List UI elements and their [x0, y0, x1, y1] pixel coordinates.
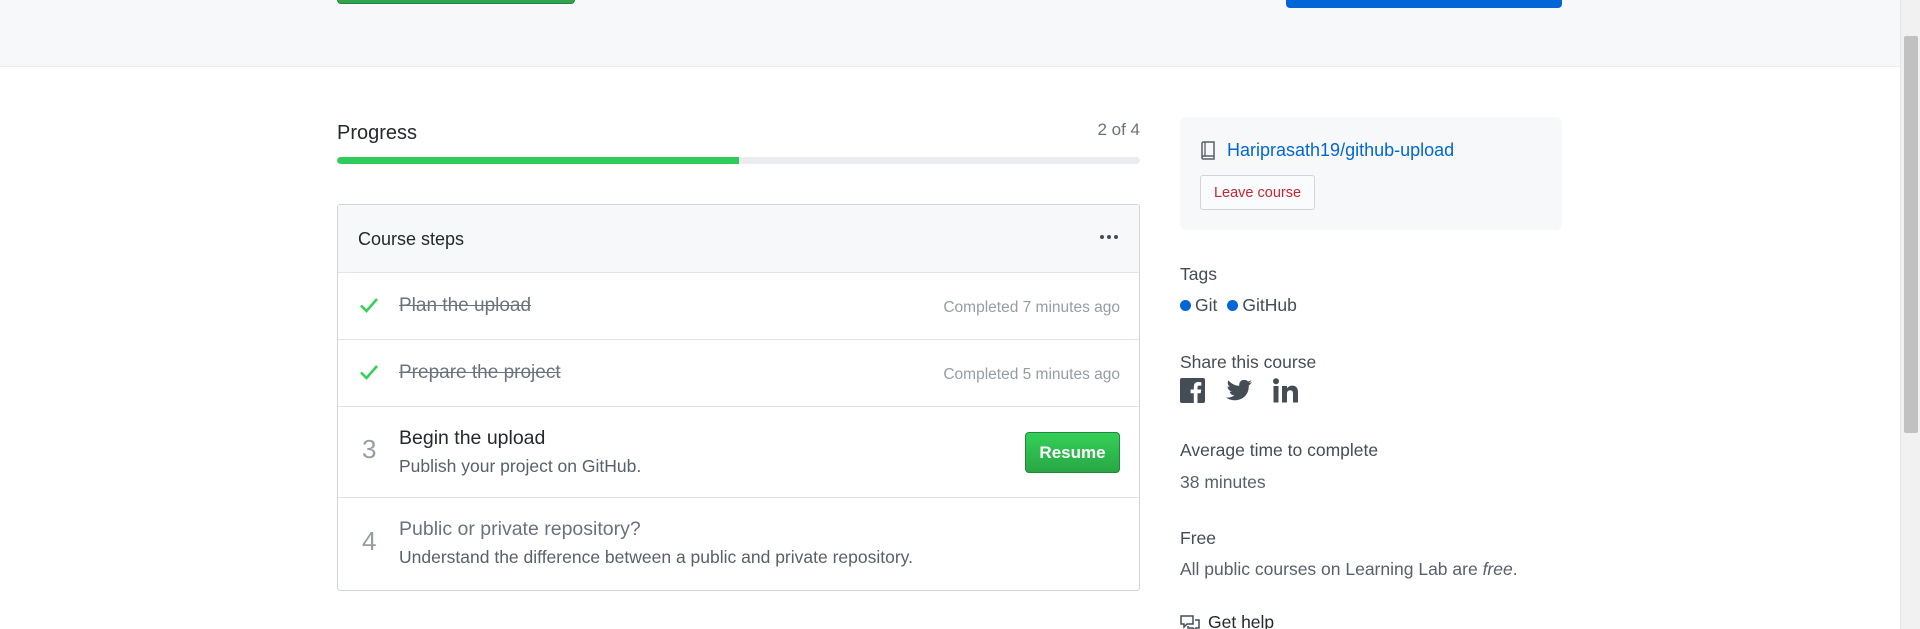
- check-icon: [360, 298, 378, 313]
- step-row-3[interactable]: 3 Begin the upload Publish your project …: [338, 407, 1139, 498]
- top-banner: [0, 0, 1900, 67]
- linkedin-icon[interactable]: [1273, 378, 1299, 403]
- tag-label: Git: [1195, 295, 1218, 315]
- free-text-emphasis: free: [1482, 559, 1513, 579]
- progress-bar-fill: [337, 157, 739, 164]
- more-options-icon[interactable]: [1097, 227, 1121, 247]
- step-row-1[interactable]: Plan the upload Completed 7 minutes ago: [338, 273, 1139, 340]
- avg-time-value: 38 minutes: [1180, 472, 1266, 492]
- twitter-icon[interactable]: [1225, 379, 1253, 403]
- step-completed-time: Completed 5 minutes ago: [943, 366, 1120, 383]
- step-title: Prepare the project: [399, 362, 561, 383]
- course-steps-panel: Course steps Plan the upload Completed 7…: [337, 204, 1140, 591]
- step-title: Plan the upload: [399, 295, 532, 316]
- step-row-2[interactable]: Prepare the project Completed 5 minutes …: [338, 340, 1139, 407]
- tag-dot-icon: [1180, 300, 1191, 311]
- repo-icon: [1201, 141, 1215, 160]
- free-text-prefix: All public courses on Learning Lab are: [1180, 559, 1483, 579]
- step-title: Begin the upload: [399, 427, 546, 449]
- start-course-button[interactable]: [337, 0, 575, 4]
- page-scrollbar[interactable]: [1900, 0, 1920, 629]
- comment-icon: [1180, 614, 1200, 629]
- avg-time-heading: Average time to complete: [1180, 440, 1379, 460]
- tags-heading: Tags: [1180, 264, 1217, 284]
- step-number: 3: [362, 434, 377, 464]
- step-description: Understand the difference between a publ…: [399, 547, 913, 567]
- progress-count: 2 of 4: [1097, 120, 1140, 139]
- step-number: 4: [362, 526, 377, 556]
- tag-dot-icon: [1227, 300, 1239, 311]
- facebook-icon[interactable]: [1180, 378, 1205, 403]
- progress-bar: [337, 157, 1140, 164]
- tag-git[interactable]: Git: [1180, 295, 1217, 316]
- step-title: Public or private repository?: [399, 518, 641, 540]
- scrollbar-thumb[interactable]: [1904, 36, 1918, 433]
- free-heading: Free: [1180, 528, 1216, 548]
- repo-card: Hariprasath19/github-upload Leave course: [1180, 117, 1562, 230]
- progress-title: Progress: [337, 122, 418, 144]
- get-help-link[interactable]: Get help: [1180, 612, 1274, 629]
- share-heading: Share this course: [1180, 352, 1317, 372]
- get-help-label: Get help: [1208, 612, 1275, 629]
- share-icons: [1180, 378, 1299, 403]
- leave-course-button[interactable]: Leave course: [1200, 175, 1315, 210]
- step-description: Publish your project on GitHub.: [399, 456, 642, 476]
- step-completed-time: Completed 7 minutes ago: [943, 299, 1120, 316]
- free-text-suffix: .: [1512, 559, 1518, 579]
- tag-label: GitHub: [1242, 295, 1297, 315]
- free-text: All public courses on Learning Lab are f…: [1180, 559, 1518, 580]
- check-icon: [360, 365, 378, 380]
- step-row-4[interactable]: 4 Public or private repository? Understa…: [338, 498, 1139, 590]
- tags-list: Git GitHub: [1180, 295, 1297, 316]
- course-steps-header: Course steps: [338, 205, 1139, 273]
- primary-action-button[interactable]: [1286, 0, 1562, 8]
- course-steps-title: Course steps: [358, 229, 465, 249]
- resume-button[interactable]: Resume: [1025, 432, 1120, 473]
- tag-github[interactable]: GitHub: [1227, 295, 1297, 316]
- repo-link[interactable]: Hariprasath19/github-upload: [1227, 140, 1454, 161]
